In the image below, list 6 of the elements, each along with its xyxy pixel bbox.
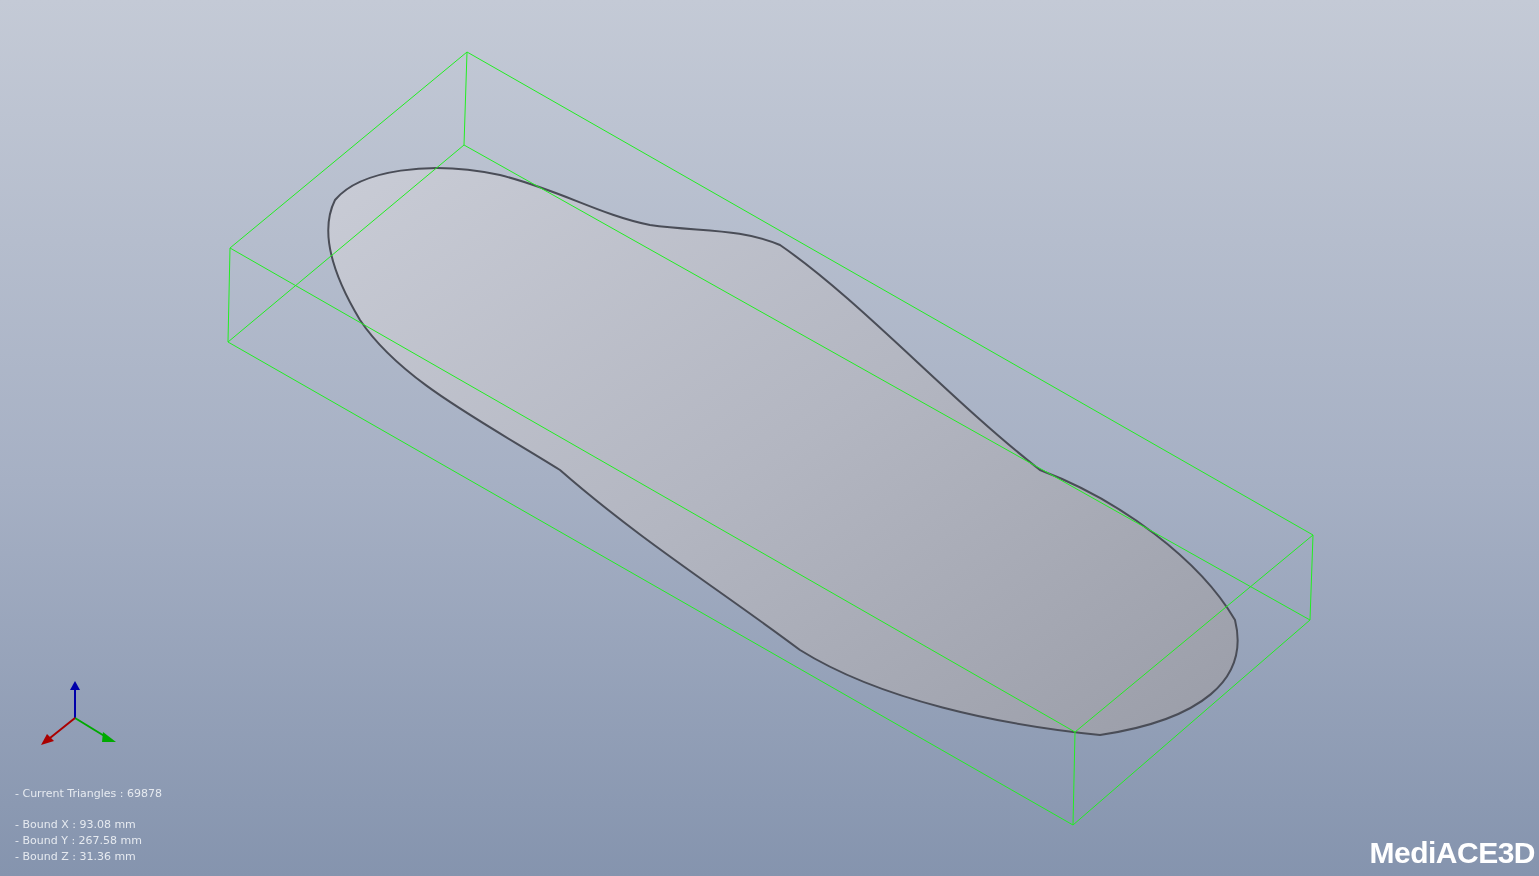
triangle-count-text: - Current Triangles : 69878	[15, 786, 162, 802]
logo: MediACE3D	[1369, 836, 1535, 870]
bound-dimension-text: - Bound X : 93.08 mm	[15, 817, 137, 833]
bound-dimension-text: - Bound Y : 267.58 mm	[15, 833, 143, 849]
axis-triad-icon	[41, 681, 116, 745]
bound-dimension-text: - Bound Z : 31.36 mm	[15, 849, 137, 865]
